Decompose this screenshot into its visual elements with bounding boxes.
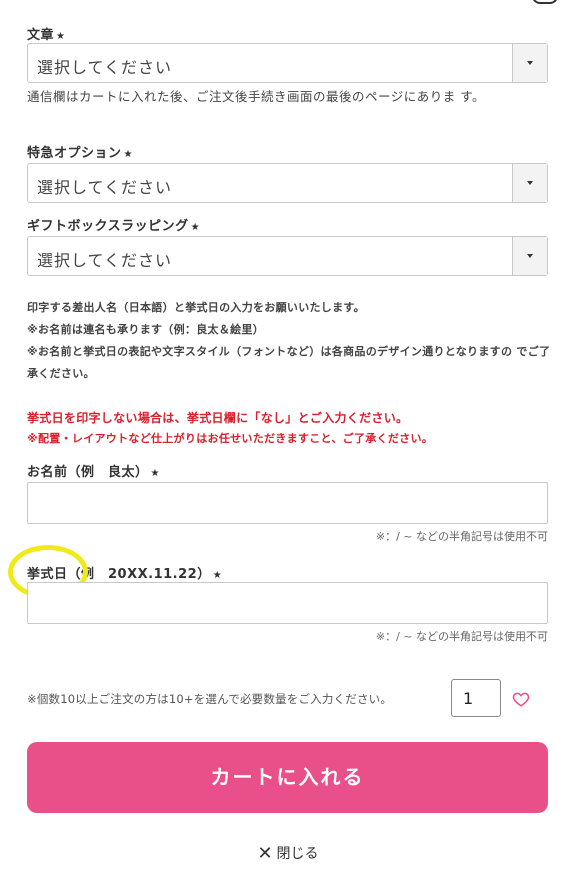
giftbox-dropdown-button[interactable] — [512, 237, 547, 275]
name-input[interactable] — [27, 482, 548, 524]
giftbox-label: ギフトボックスラッピング ★ — [27, 219, 201, 234]
heart-icon[interactable] — [512, 690, 530, 708]
express-dropdown-button[interactable] — [512, 164, 547, 202]
date-hint: ※：/ ~ などの半角記号は使用不可 — [375, 630, 548, 643]
close-icon: ✕ — [257, 843, 273, 864]
quantity-value: 1 — [463, 689, 474, 708]
instruction-line-2: ※お名前は連名も承ります（例：良太＆絵里） — [27, 323, 264, 336]
sentence-dropdown-button[interactable] — [512, 44, 547, 82]
giftbox-select-value: 選択してください — [37, 251, 173, 270]
quantity-input[interactable]: 1 — [451, 679, 501, 717]
sentence-select[interactable]: 選択してください — [27, 43, 548, 83]
name-hint: ※：/ ~ などの半角記号は使用不可 — [375, 530, 548, 543]
sentence-note: 通信欄はカートに入れた後、ご注文後手続き画面の最後のページにありま す。 — [27, 89, 485, 104]
caret-down-icon — [527, 61, 533, 65]
name-label: お名前（例 良太） ★ — [27, 465, 160, 480]
instruction-line-1: 印字する差出人名（日本語）と挙式日の入力をお願いいたします。 — [27, 301, 365, 314]
close-button[interactable]: ✕ 閉じる — [0, 843, 576, 864]
quantity-note: ※個数10以上ご注文の方は10+を選んで必要数量をご入力ください。 — [27, 692, 393, 706]
close-label: 閉じる — [276, 846, 319, 862]
sentence-label: 文章 ★ — [27, 28, 66, 43]
add-to-cart-button[interactable]: カートに入れる — [27, 742, 548, 813]
warning-line-2: ※配置・レイアウトなど仕上がりはお任せいただきますこと、ご了承ください。 — [27, 432, 434, 445]
add-to-cart-label: カートに入れる — [210, 765, 365, 789]
warning-line-1: 挙式日を印字しない場合は、挙式日欄に「なし」とご入力ください。 — [27, 411, 409, 425]
caret-down-icon — [527, 254, 533, 258]
caret-down-icon — [527, 181, 533, 185]
top-edge-mark — [532, 0, 558, 4]
ceremony-date-input[interactable] — [27, 582, 548, 624]
express-select[interactable]: 選択してください — [27, 163, 548, 203]
sentence-select-value: 選択してください — [37, 58, 173, 77]
express-select-value: 選択してください — [37, 178, 173, 197]
express-label: 特急オプション ★ — [27, 146, 133, 161]
instruction-line-3: ※お名前と挙式日の表記や文字スタイル（フォントなど）は各商品のデザイン通りとなり… — [27, 345, 551, 380]
giftbox-select[interactable]: 選択してください — [27, 236, 548, 276]
